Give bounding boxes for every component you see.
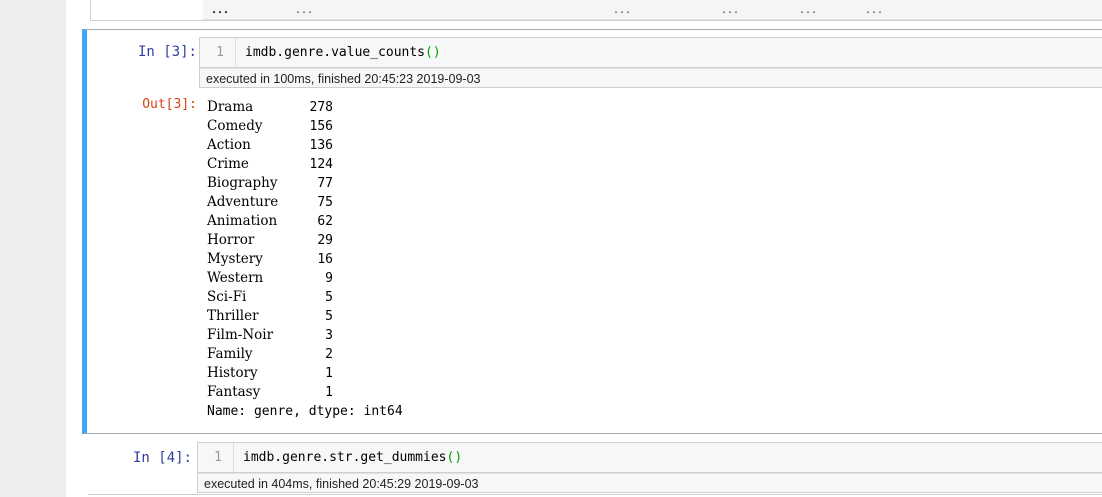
genre-count: 278 [309,100,333,115]
value-counts-list: Drama 278 Comedy 156 Action 136 Crime 124 Biogra… [207,98,403,402]
line-number: 1 [200,38,236,67]
genre-label: Family [207,346,253,362]
list-item: Fantasy 1 [207,383,403,402]
genre-label: Film-Noir [207,327,274,343]
list-item: Action 136 [207,136,403,155]
list-item: Adventure 75 [207,193,403,212]
code-cell-4[interactable]: In [4]: 1 imdb.genre.str.get_dummies() e… [82,440,1102,497]
genre-count: 5 [325,290,333,305]
list-item: Crime 124 [207,155,403,174]
list-item: Drama 278 [207,98,403,117]
genre-count: 136 [309,138,333,153]
genre-label: Adventure [207,194,279,210]
genre-count: 77 [317,176,333,191]
genre-count: 124 [309,157,333,172]
genre-count: 1 [325,366,333,381]
genre-label: Sci-Fi [207,289,247,305]
genre-label: History [207,365,258,381]
table-ellipsis: ... [865,5,884,16]
genre-count: 2 [325,347,333,362]
input-prompt: In [3]: [137,44,197,60]
output-prompt: Out[3]: [142,97,197,112]
genre-label: Action [207,137,251,153]
list-item: Animation 62 [207,212,403,231]
table-ellipsis: ... [613,5,632,16]
genre-count: 62 [317,214,333,229]
genre-label: Comedy [207,118,263,134]
code-input-area[interactable]: 1 imdb.genre.value_counts() [199,37,1102,68]
genre-label: Fantasy [207,384,261,400]
list-item: Western 9 [207,269,403,288]
code-parens: () [446,450,463,465]
code-text-main: imdb.genre.value_counts [245,45,426,60]
notebook-container: ... ... ... ... ... ... In [3]: 1 imdb.g… [66,0,1102,497]
previous-cell[interactable]: ... ... ... ... ... ... [90,0,1102,21]
execution-info: executed in 404ms, finished 20:45:29 201… [197,473,1102,493]
code-text[interactable]: imdb.genre.value_counts() [245,38,441,67]
table-ellipsis: ... [721,5,740,16]
code-text-main: imdb.genre.str.get_dummies [243,450,447,465]
list-item: Mystery 16 [207,250,403,269]
genre-count: 156 [309,119,333,134]
list-item: Biography 77 [207,174,403,193]
list-item: Horror 29 [207,231,403,250]
table-ellipsis: ... [295,5,314,16]
line-number: 1 [198,443,234,472]
input-prompt: In [4]: [132,450,192,466]
table-ellipsis: ... [211,5,230,16]
genre-count: 29 [317,233,333,248]
output-area: Drama 278 Comedy 156 Action 136 Crime 124 Biogra… [207,98,403,421]
genre-label: Animation [207,213,278,229]
genre-label: Biography [207,175,278,191]
genre-count: 9 [325,271,333,286]
genre-count: 1 [325,385,333,400]
genre-label: Thriller [207,308,259,324]
previous-output-table: ... ... ... ... ... ... [203,0,1102,20]
list-item: Comedy 156 [207,117,403,136]
list-item: Family 2 [207,345,403,364]
genre-label: Western [207,270,264,286]
genre-count: 5 [325,309,333,324]
table-ellipsis: ... [799,5,818,16]
execution-info: executed in 100ms, finished 20:45:23 201… [199,68,1102,88]
genre-count: 16 [317,252,333,267]
list-item: Thriller 5 [207,307,403,326]
series-footer: Name: genre, dtype: int64 [207,404,403,419]
genre-label: Drama [207,99,254,115]
code-text[interactable]: imdb.genre.str.get_dummies() [243,443,462,472]
code-parens: () [425,45,441,60]
code-cell-3[interactable]: In [3]: 1 imdb.genre.value_counts() exec… [82,29,1102,434]
cell-divider [88,494,1102,495]
list-item: Sci-Fi 5 [207,288,403,307]
genre-label: Crime [207,156,249,172]
list-item: Film-Noir 3 [207,326,403,345]
genre-label: Horror [207,232,255,248]
genre-count: 3 [325,328,333,343]
genre-label: Mystery [207,251,263,267]
genre-count: 75 [317,195,333,210]
list-item: History 1 [207,364,403,383]
code-input-area[interactable]: 1 imdb.genre.str.get_dummies() [197,442,1102,473]
